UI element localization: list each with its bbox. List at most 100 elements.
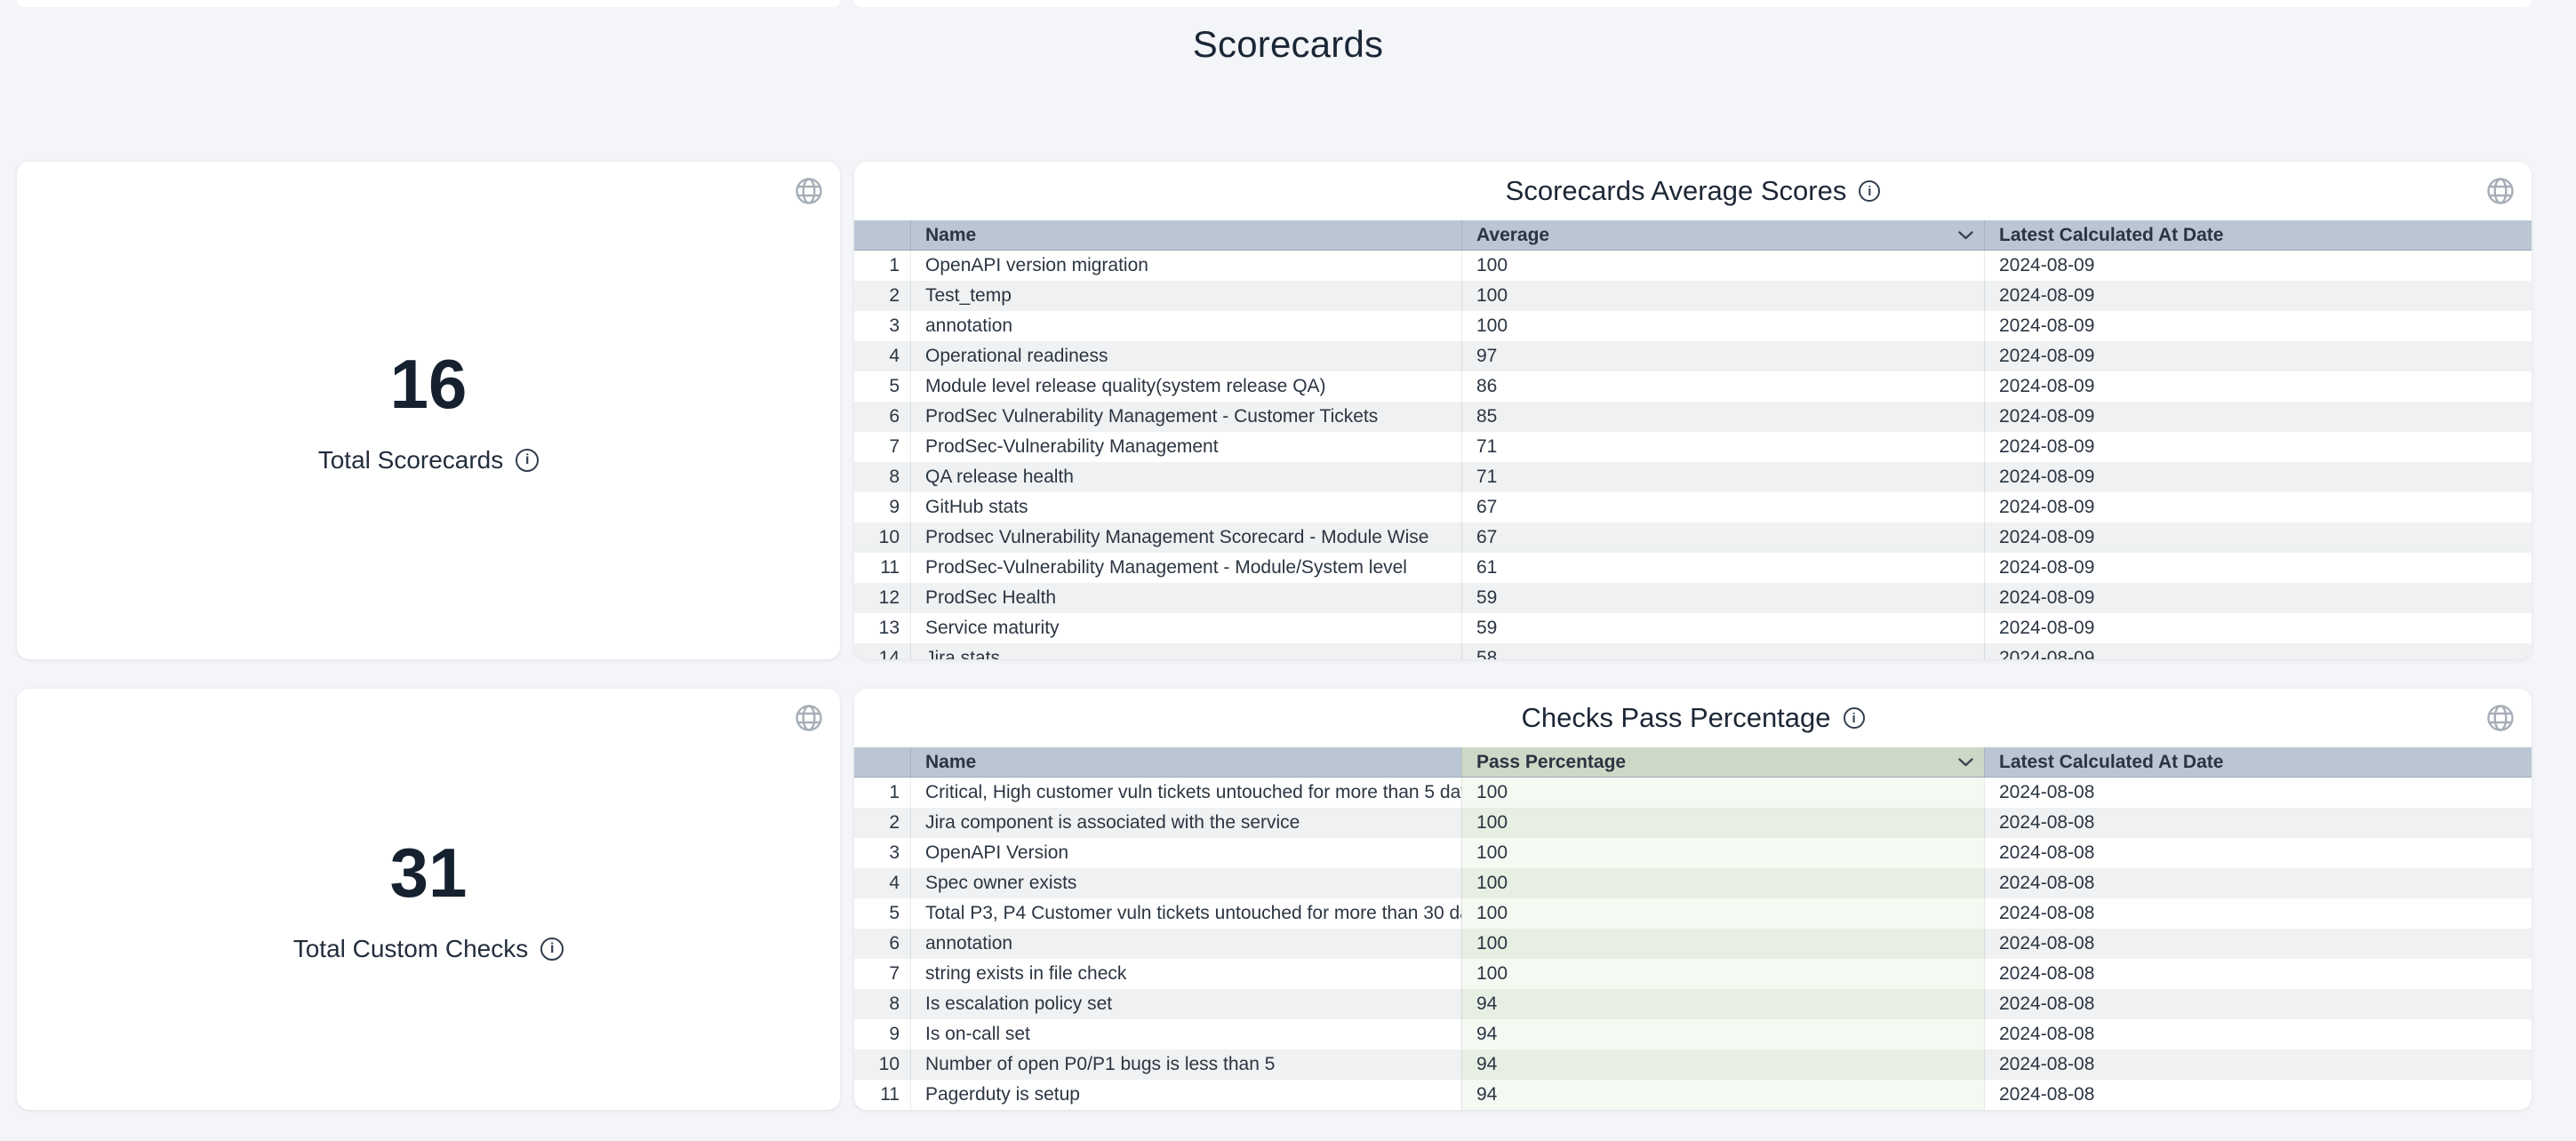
- row-value: 71: [1461, 432, 1984, 462]
- row-date: 2024-08-09: [1984, 371, 2532, 402]
- table-row[interactable]: 9Is on-call set942024-08-08: [854, 1019, 2532, 1049]
- row-value: 100: [1461, 281, 1984, 311]
- row-name: Prodsec Vulnerability Management Scoreca…: [910, 523, 1461, 553]
- row-date: 2024-08-08: [1984, 929, 2532, 959]
- table-row[interactable]: 9GitHub stats672024-08-09: [854, 492, 2532, 523]
- column-header-date[interactable]: Latest Calculated At Date: [1984, 220, 2532, 250]
- table-title: Scorecards Average Scores: [1506, 175, 1847, 207]
- table-row[interactable]: 3OpenAPI Version1002024-08-08: [854, 838, 2532, 868]
- row-name: Spec owner exists: [910, 868, 1461, 898]
- row-value: 100: [1461, 929, 1984, 959]
- column-header-value[interactable]: Pass Percentage: [1461, 747, 1984, 777]
- row-value: 100: [1461, 808, 1984, 838]
- row-index: 9: [854, 492, 910, 523]
- row-name: ProdSec Vulnerability Management - Custo…: [910, 402, 1461, 432]
- table-row[interactable]: 4Operational readiness972024-08-09: [854, 341, 2532, 371]
- total-scorecards-card: 16 Total Scorecards i: [17, 162, 840, 659]
- row-name: Critical, High customer vuln tickets unt…: [910, 778, 1461, 808]
- row-value: 100: [1461, 898, 1984, 929]
- table-row[interactable]: 7ProdSec-Vulnerability Management712024-…: [854, 432, 2532, 462]
- row-index: 7: [854, 959, 910, 989]
- column-header-index: [854, 747, 910, 777]
- row-name: Is on-call set: [910, 1019, 1461, 1049]
- row-name: Test_temp: [910, 281, 1461, 311]
- row-date: 2024-08-09: [1984, 583, 2532, 613]
- globe-icon[interactable]: [2484, 701, 2517, 735]
- row-date: 2024-08-08: [1984, 808, 2532, 838]
- row-value: 100: [1461, 868, 1984, 898]
- row-index: 12: [854, 583, 910, 613]
- table-row[interactable]: 1Critical, High customer vuln tickets un…: [854, 778, 2532, 808]
- table-row[interactable]: 8QA release health712024-08-09: [854, 462, 2532, 492]
- info-icon[interactable]: i: [540, 938, 564, 961]
- row-value: 94: [1461, 1049, 1984, 1080]
- row-name: Number of open P0/P1 bugs is less than 5: [910, 1049, 1461, 1080]
- row-value: 100: [1461, 251, 1984, 281]
- table-row[interactable]: 12ProdSec Health592024-08-09: [854, 583, 2532, 613]
- table-row[interactable]: 7string exists in file check1002024-08-0…: [854, 959, 2532, 989]
- table-row[interactable]: 11ProdSec-Vulnerability Management - Mod…: [854, 553, 2532, 583]
- total-scorecards-value: 16: [390, 347, 468, 423]
- row-date: 2024-08-08: [1984, 1019, 2532, 1049]
- globe-icon[interactable]: [792, 701, 826, 735]
- chevron-down-icon[interactable]: [1958, 747, 1973, 777]
- scorecards-average-scores-card: Scorecards Average Scores i Name Average…: [854, 162, 2532, 659]
- table-title: Checks Pass Percentage: [1521, 702, 1830, 734]
- row-value: 94: [1461, 1080, 1984, 1110]
- column-header-name[interactable]: Name: [910, 220, 1461, 250]
- row-date: 2024-08-09: [1984, 251, 2532, 281]
- info-icon[interactable]: i: [516, 449, 539, 472]
- row-date: 2024-08-08: [1984, 778, 2532, 808]
- row-value: 59: [1461, 583, 1984, 613]
- row-index: 14: [854, 643, 910, 659]
- row-index: 8: [854, 462, 910, 492]
- total-custom-checks-value: 31: [390, 835, 468, 912]
- table-row[interactable]: 6ProdSec Vulnerability Management - Cust…: [854, 402, 2532, 432]
- total-custom-checks-card: 31 Total Custom Checks i: [17, 689, 840, 1110]
- row-name: Operational readiness: [910, 341, 1461, 371]
- table-row[interactable]: 2Test_temp1002024-08-09: [854, 281, 2532, 311]
- row-date: 2024-08-09: [1984, 402, 2532, 432]
- globe-icon[interactable]: [792, 174, 826, 208]
- row-index: 10: [854, 523, 910, 553]
- info-icon[interactable]: i: [1844, 707, 1865, 729]
- row-date: 2024-08-08: [1984, 1080, 2532, 1110]
- row-value: 67: [1461, 492, 1984, 523]
- table-row[interactable]: 10Prodsec Vulnerability Management Score…: [854, 523, 2532, 553]
- table-row[interactable]: 3annotation1002024-08-09: [854, 311, 2532, 341]
- table-row[interactable]: 13Service maturity592024-08-09: [854, 613, 2532, 643]
- row-date: 2024-08-09: [1984, 462, 2532, 492]
- row-name: Pagerduty is setup: [910, 1080, 1461, 1110]
- globe-icon[interactable]: [2484, 174, 2517, 208]
- column-header-date[interactable]: Latest Calculated At Date: [1984, 747, 2532, 777]
- row-value: 85: [1461, 402, 1984, 432]
- row-value: 94: [1461, 989, 1984, 1019]
- table-row[interactable]: 1OpenAPI version migration1002024-08-09: [854, 251, 2532, 281]
- table-row[interactable]: 14Jira stats582024-08-09: [854, 643, 2532, 659]
- table-row[interactable]: 5Total P3, P4 Customer vuln tickets unto…: [854, 898, 2532, 929]
- row-name: GitHub stats: [910, 492, 1461, 523]
- table-row[interactable]: 10Number of open P0/P1 bugs is less than…: [854, 1049, 2532, 1080]
- row-index: 5: [854, 898, 910, 929]
- table-row[interactable]: 6annotation1002024-08-08: [854, 929, 2532, 959]
- row-name: ProdSec-Vulnerability Management: [910, 432, 1461, 462]
- table-row[interactable]: 11Pagerduty is setup942024-08-08: [854, 1080, 2532, 1110]
- info-icon[interactable]: i: [1859, 180, 1880, 202]
- total-scorecards-label: Total Scorecards: [318, 446, 504, 475]
- table-row[interactable]: 8Is escalation policy set942024-08-08: [854, 989, 2532, 1019]
- row-value: 94: [1461, 1019, 1984, 1049]
- card-bottom-edge-right: [854, 0, 2532, 7]
- chevron-down-icon[interactable]: [1958, 220, 1973, 250]
- row-name: ProdSec-Vulnerability Management - Modul…: [910, 553, 1461, 583]
- column-header-name[interactable]: Name: [910, 747, 1461, 777]
- row-date: 2024-08-09: [1984, 432, 2532, 462]
- row-name: OpenAPI Version: [910, 838, 1461, 868]
- table-row[interactable]: 4Spec owner exists1002024-08-08: [854, 868, 2532, 898]
- row-value: 86: [1461, 371, 1984, 402]
- column-header-value[interactable]: Average: [1461, 220, 1984, 250]
- table-row[interactable]: 2Jira component is associated with the s…: [854, 808, 2532, 838]
- table-row[interactable]: 5Module level release quality(system rel…: [854, 371, 2532, 402]
- checks-pass-percentage-card: Checks Pass Percentage i Name Pass Perce…: [854, 689, 2532, 1110]
- table-body: 1OpenAPI version migration1002024-08-092…: [854, 251, 2532, 659]
- row-value: 100: [1461, 838, 1984, 868]
